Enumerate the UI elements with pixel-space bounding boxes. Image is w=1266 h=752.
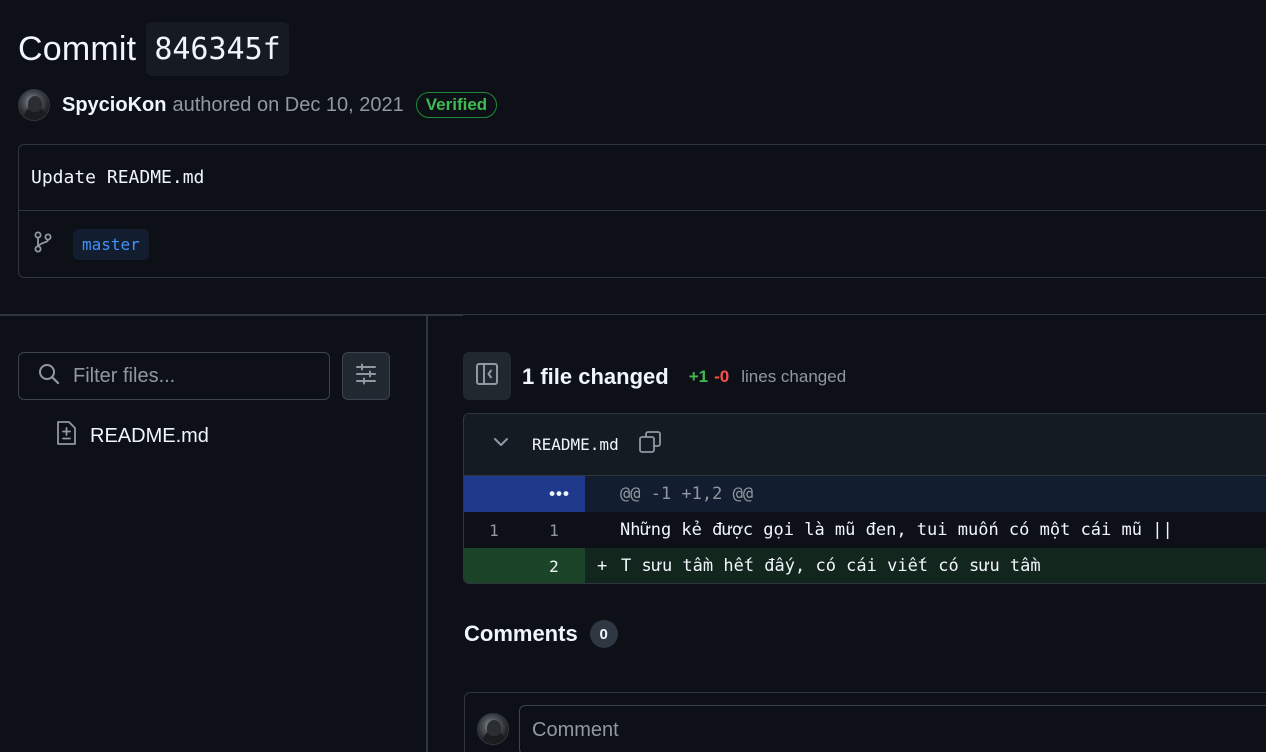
added-line-gutter: 2 xyxy=(464,548,585,583)
ellipsis-icon: ••• xyxy=(549,484,570,503)
new-line-number[interactable]: 2 xyxy=(524,557,584,576)
expand-hunk-button[interactable]: ••• xyxy=(464,476,585,512)
comments-count-badge: 0 xyxy=(589,620,618,648)
commit-message-box: Update README.md master xyxy=(18,144,1266,278)
toggle-file-tree-button[interactable] xyxy=(463,352,511,400)
files-changed-title: 1 file changed xyxy=(522,364,669,389)
author-name[interactable]: SpycioKon xyxy=(62,94,166,117)
author-meta: authored on Dec 10, 2021 xyxy=(172,93,404,116)
sliders-icon xyxy=(354,362,378,391)
old-line-number[interactable]: 1 xyxy=(464,521,524,540)
panel-divider[interactable] xyxy=(426,316,428,752)
verified-badge[interactable]: Verified xyxy=(415,92,498,118)
diff-line-code: Những kẻ được gọi là mũ đen, tui muốn có… xyxy=(620,520,1173,540)
sidebar-collapse-icon xyxy=(474,361,500,392)
diff-file-header: README.md xyxy=(464,414,1266,476)
hunk-row: ••• @@ -1 +1,2 @@ xyxy=(464,476,1266,512)
divider xyxy=(427,314,1266,315)
diff-line: 1 1 Những kẻ được gọi là mũ đen, tui muố… xyxy=(464,512,1266,548)
branch-row: master xyxy=(19,211,1266,277)
diff-file-name[interactable]: README.md xyxy=(532,435,619,454)
diff-file: README.md ••• @@ -1 +1,2 @@ 1 1 Những kẻ… xyxy=(463,413,1266,584)
diff-line-added: 2 + T sưu tầm hết đấy, có cái viết có sư… xyxy=(464,548,1266,583)
divider xyxy=(0,314,463,316)
page-title: Commit xyxy=(18,29,137,68)
commit-title: Commit 846345f xyxy=(18,22,289,76)
file-tree-item[interactable]: README.md xyxy=(54,420,209,452)
lines-changed-label: lines changed xyxy=(741,367,847,386)
search-icon xyxy=(37,362,61,391)
new-line-number[interactable]: 1 xyxy=(524,521,584,540)
diff-line-code: T sưu tầm hết đấy, có cái viết có sưu tầ… xyxy=(621,556,1041,576)
deletions-count: -0 xyxy=(714,367,730,386)
file-diff-icon xyxy=(54,420,78,452)
filter-settings-button[interactable] xyxy=(342,352,390,400)
copy-icon[interactable] xyxy=(637,429,663,460)
avatar[interactable] xyxy=(18,89,50,121)
commit-sha[interactable]: 846345f xyxy=(146,22,289,76)
git-branch-icon xyxy=(33,231,53,258)
filter-files-field[interactable] xyxy=(18,352,330,400)
diff-summary: 1 file changed +1 -0 lines changed xyxy=(522,360,846,394)
additions-count: +1 xyxy=(688,367,709,386)
filter-files-input[interactable] xyxy=(73,364,313,388)
comments-header: Comments 0 xyxy=(464,618,618,650)
diff-sign: + xyxy=(597,556,608,576)
comments-title: Comments xyxy=(464,621,578,646)
hunk-header: @@ -1 +1,2 @@ xyxy=(620,484,754,504)
commit-message: Update README.md xyxy=(19,145,1266,211)
avatar[interactable] xyxy=(477,713,509,745)
author-row: SpycioKon authored on Dec 10, 2021 Verif… xyxy=(18,88,498,122)
chevron-down-icon[interactable] xyxy=(492,433,510,456)
comment-field[interactable] xyxy=(519,705,1266,752)
branch-link[interactable]: master xyxy=(73,228,149,260)
comment-composer xyxy=(464,692,1266,752)
comment-input[interactable] xyxy=(520,706,1266,752)
file-tree-label: README.md xyxy=(90,424,209,447)
